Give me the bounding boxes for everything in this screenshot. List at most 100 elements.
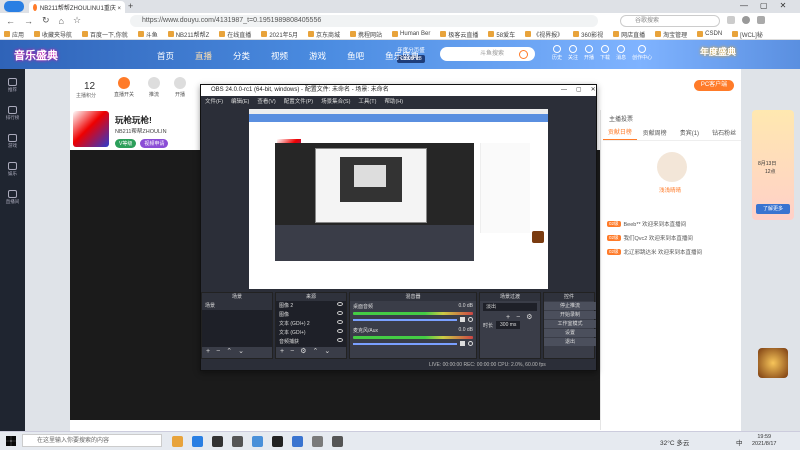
control-button-2[interactable]: 工作室模式 — [544, 320, 596, 328]
stat-item[interactable]: 直播开关 — [114, 77, 134, 98]
bookmark-item[interactable]: 淘宝管理 — [655, 30, 687, 39]
pc-client-button[interactable]: PC客户端 — [694, 80, 734, 91]
user-link[interactable]: 开播 — [584, 45, 594, 61]
right-banner[interactable]: 年度盛典 — [700, 45, 736, 58]
source-item[interactable]: 图像 — [276, 310, 346, 319]
add-transition-icon[interactable]: + — [506, 314, 510, 321]
scene-item[interactable]: 场景 — [202, 301, 272, 310]
promo-banner[interactable]: 8月13日 12点 了解更多 — [752, 110, 794, 220]
floating-game-icon[interactable] — [758, 348, 788, 378]
rank-tab[interactable]: 贡献日榜 — [603, 124, 637, 140]
obs-menu-item[interactable]: 场景集合(S) — [321, 97, 350, 105]
user-link[interactable]: 关注 — [568, 45, 578, 61]
back-icon[interactable]: ← — [6, 16, 15, 26]
speaker-icon[interactable] — [460, 341, 465, 346]
streamer-tag[interactable]: 视频申请 — [140, 139, 169, 148]
taskbar-app-icon[interactable] — [212, 436, 223, 447]
bookmark-item[interactable]: NB211帮帮Z — [167, 30, 209, 39]
star-toolbar-icon[interactable]: ☆ — [73, 15, 81, 26]
control-button-0[interactable]: 停止推流 — [544, 302, 596, 310]
stat-item[interactable]: 开播 — [174, 77, 187, 98]
visibility-icon[interactable] — [337, 302, 343, 306]
close-icon[interactable]: ✕ — [780, 1, 787, 10]
taskbar-app-icon[interactable] — [192, 436, 203, 447]
visibility-icon[interactable] — [337, 320, 343, 324]
address-bar[interactable]: https://www.douyu.com/4131987_t=0.195198… — [130, 15, 598, 27]
remove-scene-icon[interactable]: − — [216, 348, 220, 355]
bookmark-item[interactable]: CSDN — [697, 31, 722, 37]
transition-settings-icon[interactable]: ⚙ — [526, 313, 532, 321]
taskbar-app-icon[interactable] — [172, 436, 183, 447]
nav-item-6[interactable]: 鱼乐盛典 — [385, 50, 419, 62]
control-button-4[interactable]: 退出 — [544, 338, 596, 346]
minimize-icon[interactable]: — — [740, 1, 748, 10]
nav-item-0[interactable]: 首页 — [157, 50, 174, 62]
volume-slider[interactable] — [353, 318, 457, 321]
obs-minimize-icon[interactable]: — — [561, 87, 567, 93]
user-link[interactable]: 消息 — [616, 45, 626, 61]
nav-item-2[interactable]: 分类 — [233, 50, 250, 62]
duration-input[interactable]: 300 ms — [496, 321, 521, 329]
bookmark-item[interactable]: 百度一下,你就 — [82, 30, 128, 39]
add-scene-icon[interactable]: + — [206, 348, 210, 355]
rank-tab[interactable]: 贡献周榜 — [638, 125, 672, 140]
mixer-gear-icon[interactable] — [468, 341, 473, 346]
bookmark-item[interactable]: 《视界报》 — [525, 30, 563, 39]
search-icon[interactable] — [519, 50, 528, 59]
move-up-icon[interactable]: ⌃ — [226, 347, 232, 355]
source-item[interactable]: 文本 (GDI+) 2 — [276, 319, 346, 328]
user-link[interactable]: 历史 — [552, 45, 562, 61]
left-menu-item[interactable]: 游戏 — [0, 129, 25, 153]
bookmark-item[interactable]: 极客云直播 — [440, 30, 478, 39]
douyu-logo[interactable]: 音乐盛典 — [14, 47, 58, 63]
taskbar-app-icon[interactable] — [312, 436, 323, 447]
bookmark-item[interactable]: 京东商城 — [308, 30, 340, 39]
new-tab-button[interactable]: + — [128, 1, 133, 11]
windows-start-icon[interactable] — [6, 436, 16, 446]
stat-item[interactable]: 推流 — [148, 77, 161, 98]
home-icon[interactable]: ⌂ — [59, 16, 64, 26]
weather[interactable]: 32°C 多云 — [660, 437, 689, 447]
browser-tab[interactable]: NB211帮帮ZHOULINU1重庆 × — [29, 1, 125, 13]
ime-indicator[interactable]: 中 — [736, 437, 743, 447]
mixer-gear-icon[interactable] — [468, 317, 473, 322]
taskbar-app-icon[interactable] — [332, 436, 343, 447]
bookmark-item[interactable]: 携程网站 — [350, 30, 382, 39]
user-link[interactable]: 下载 — [600, 45, 610, 61]
profile-icon[interactable] — [4, 1, 24, 12]
bookmark-item[interactable]: 在线直播 — [219, 30, 251, 39]
source-down-icon[interactable]: ⌄ — [324, 347, 330, 355]
obs-close-icon[interactable]: ✕ — [591, 86, 596, 93]
left-menu-item[interactable]: 直播间 — [0, 185, 25, 209]
maximize-icon[interactable]: ▢ — [760, 1, 768, 10]
forward-icon[interactable]: → — [24, 16, 33, 26]
left-menu-item[interactable]: 排行榜 — [0, 101, 25, 125]
bookmark-item[interactable]: 收藏夹导航 — [34, 30, 72, 39]
bookmark-item[interactable]: 360影视 — [573, 30, 603, 39]
control-button-3[interactable]: 设置 — [544, 329, 596, 337]
visibility-icon[interactable] — [337, 338, 343, 342]
reload-icon[interactable]: ↻ — [42, 15, 50, 26]
taskbar-app-icon[interactable] — [272, 436, 283, 447]
source-settings-icon[interactable]: ⚙ — [300, 347, 306, 355]
bookmark-item[interactable]: 58爱车 — [488, 30, 515, 39]
taskbar-app-icon[interactable] — [232, 436, 243, 447]
user-icon[interactable] — [742, 16, 750, 24]
nav-item-1[interactable]: 直播 — [195, 50, 212, 62]
taskbar-app-icon[interactable] — [292, 436, 303, 447]
bookmark-item[interactable]: Human Ber — [392, 31, 430, 37]
extension-icon[interactable] — [727, 16, 735, 24]
user-link[interactable]: 创作中心 — [632, 45, 652, 61]
menu-icon[interactable] — [757, 16, 765, 24]
left-menu-item[interactable]: 推荐 — [0, 73, 25, 97]
nav-item-5[interactable]: 鱼吧 — [347, 50, 364, 62]
host-avatar[interactable] — [657, 152, 687, 182]
control-button-1[interactable]: 开始录制 — [544, 311, 596, 319]
visibility-icon[interactable] — [337, 311, 343, 315]
add-source-icon[interactable]: + — [280, 348, 284, 355]
source-item[interactable]: 图像 2 — [276, 301, 346, 310]
volume-slider[interactable] — [353, 342, 457, 345]
obs-menu-item[interactable]: 文件(F) — [205, 97, 223, 105]
obs-menu-item[interactable]: 查看(V) — [257, 97, 275, 105]
bookmark-item[interactable]: 网店直播 — [613, 30, 645, 39]
